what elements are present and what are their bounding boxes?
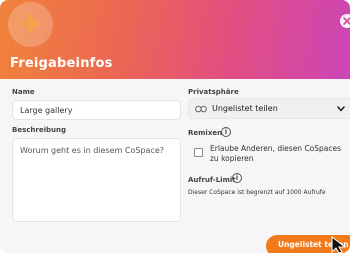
- close-icon: [343, 17, 350, 25]
- plus-icon: [21, 14, 40, 33]
- description-label: Beschreibung: [12, 126, 66, 134]
- name-label: Name: [12, 88, 35, 96]
- share-info-dialog: Freigabeinfos Name Large gallery Beschre…: [0, 0, 350, 253]
- remix-checkbox[interactable]: [194, 148, 203, 157]
- dialog-title: Freigabeinfos: [10, 56, 113, 71]
- privacy-selected: Ungelistet teilen: [212, 104, 278, 113]
- link-icon: [195, 105, 207, 113]
- chevron-down-icon: [337, 106, 345, 112]
- name-value: Large gallery: [20, 106, 73, 115]
- name-field[interactable]: Large gallery: [12, 100, 181, 120]
- logo-badge: [8, 2, 53, 47]
- dialog-header: Freigabeinfos: [0, 0, 350, 79]
- remix-checkbox-label: Erlaube Anderen, diesen CoSpaces zu kopi…: [210, 144, 342, 163]
- call-limit-text: Dieser CoSpace ist begrenzt auf 1000 Auf…: [188, 189, 326, 196]
- remix-info-icon[interactable]: i: [221, 127, 231, 137]
- description-field[interactable]: Worum geht es in diesem CoSpace?: [12, 138, 181, 222]
- cursor-icon: [331, 236, 347, 253]
- close-button[interactable]: [340, 14, 350, 28]
- call-limit-label: Aufruf-Limit: [188, 176, 236, 184]
- call-limit-info-icon[interactable]: i: [232, 173, 242, 183]
- privacy-label: Privatsphäre: [188, 88, 239, 96]
- remix-label: Remixen: [188, 129, 223, 137]
- privacy-select[interactable]: Ungelistet teilen: [188, 98, 350, 119]
- description-placeholder: Worum geht es in diesem CoSpace?: [20, 146, 165, 155]
